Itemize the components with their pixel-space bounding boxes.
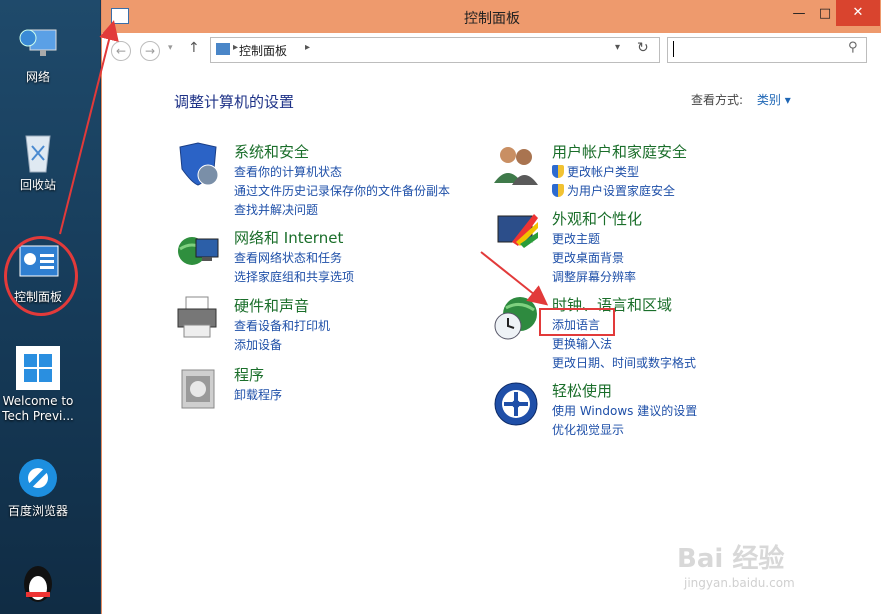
text-cursor [673, 41, 674, 57]
printer-icon [174, 295, 222, 343]
category-title[interactable]: 网络和 Internet [234, 227, 343, 248]
category-link[interactable]: 查看网络状态和任务 [234, 249, 354, 268]
category-link[interactable]: 查看你的计算机状态 [234, 163, 450, 182]
uac-shield-icon [552, 184, 564, 197]
watermark-logo: Bai 经验 [677, 538, 784, 575]
category-link[interactable]: 更换输入法 [552, 335, 696, 354]
annotation-circle [4, 236, 78, 316]
appearance-icon [492, 208, 540, 256]
category-link[interactable]: 为用户设置家庭安全 [552, 182, 675, 201]
annotation-box [539, 308, 615, 336]
forward-icon[interactable]: → [140, 41, 160, 61]
category-link[interactable]: 更改主题 [552, 230, 636, 249]
title-bar[interactable]: 控制面板 — □ ✕ [102, 0, 881, 33]
category-link[interactable]: 更改日期、时间或数字格式 [552, 354, 696, 373]
up-icon[interactable]: ↑ [188, 40, 200, 56]
category-link[interactable]: 添加设备 [234, 336, 330, 355]
search-icon[interactable]: ⚲ [848, 40, 858, 55]
desktop-icon-welcome[interactable]: Welcome to Tech Previ... [0, 346, 76, 424]
desktop-icon-label: 网络 [26, 70, 50, 84]
view-by-dropdown[interactable]: 类别 ▾ [757, 93, 791, 107]
qq-penguin-icon [16, 560, 60, 604]
view-by: 查看方式: 类别 ▾ [691, 91, 791, 108]
view-by-label: 查看方式: [691, 93, 743, 107]
category-title[interactable]: 程序 [234, 364, 264, 385]
ease-of-access-icon [492, 380, 540, 428]
address-bar[interactable]: ▸ 控制面板 ▸ ▾ ↻ [210, 37, 660, 63]
category-link[interactable]: 更改帐户类型 [552, 163, 675, 182]
watermark-url: jingyan.baidu.com [684, 576, 795, 590]
chevron-right-icon[interactable]: ▸ [305, 42, 310, 53]
users-icon [492, 141, 540, 189]
category-link[interactable]: 使用 Windows 建议的设置 [552, 402, 697, 421]
programs-icon [174, 364, 222, 412]
category-title[interactable]: 系统和安全 [234, 141, 309, 162]
network-globe-icon [174, 227, 222, 275]
chevron-right-icon: ▸ [233, 42, 238, 53]
page-title: 调整计算机的设置 [174, 91, 294, 112]
chevron-down-icon[interactable]: ▾ [615, 42, 620, 53]
network-icon [16, 22, 60, 66]
desktop-icon-baidu-browser[interactable]: 百度浏览器 [0, 456, 76, 519]
category-title[interactable]: 轻松使用 [552, 380, 612, 401]
maximize-button[interactable]: □ [812, 4, 838, 24]
category-link[interactable]: 查找并解决问题 [234, 201, 450, 220]
close-button[interactable]: ✕ [836, 0, 880, 26]
category-link[interactable]: 查看设备和打印机 [234, 317, 330, 336]
desktop-icon-label: 回收站 [20, 178, 56, 192]
category-link[interactable]: 选择家庭组和共享选项 [234, 268, 354, 287]
refresh-icon[interactable]: ↻ [637, 40, 649, 56]
minimize-button[interactable]: — [786, 4, 812, 24]
control-panel-small-icon [216, 43, 230, 55]
control-panel-window: 控制面板 — □ ✕ ← → ▾ ↑ ▸ 控制面板 ▸ ▾ ↻ ⚲ 调整计算机的… [101, 0, 881, 614]
windows-icon [16, 346, 60, 390]
desktop: 网络 回收站 控制面板 Welcome to Tech Previ... 百度浏… [0, 0, 100, 614]
category-title[interactable]: 外观和个性化 [552, 208, 642, 229]
breadcrumb[interactable]: 控制面板 [239, 42, 287, 59]
desktop-icon-label: Welcome to Tech Previ... [2, 394, 74, 423]
category-link[interactable]: 卸载程序 [234, 386, 282, 405]
category-link[interactable]: 优化视觉显示 [552, 421, 697, 440]
desktop-icon-network[interactable]: 网络 [0, 22, 76, 85]
clock-globe-icon [492, 294, 540, 342]
category-title[interactable]: 用户帐户和家庭安全 [552, 141, 687, 162]
desktop-icon-label: 百度浏览器 [8, 504, 68, 518]
recycle-bin-icon [16, 130, 60, 174]
recent-dropdown-icon[interactable]: ▾ [168, 43, 173, 53]
back-icon[interactable]: ← [111, 41, 131, 61]
search-box[interactable]: ⚲ [667, 37, 867, 63]
browser-icon [16, 456, 60, 500]
navigation-bar: ← → ▾ ↑ ▸ 控制面板 ▸ ▾ ↻ ⚲ [102, 33, 881, 68]
window-title: 控制面板 [102, 8, 881, 28]
category-link[interactable]: 调整屏幕分辨率 [552, 268, 636, 287]
shield-icon [174, 141, 222, 189]
category-link[interactable]: 更改桌面背景 [552, 249, 636, 268]
uac-shield-icon [552, 165, 564, 178]
desktop-icon-recycle-bin[interactable]: 回收站 [0, 130, 76, 193]
category-title[interactable]: 硬件和声音 [234, 295, 309, 316]
category-link[interactable]: 通过文件历史记录保存你的文件备份副本 [234, 182, 450, 201]
desktop-icon-qq[interactable] [0, 560, 76, 608]
content-area: 调整计算机的设置 查看方式: 类别 ▾ 系统和安全 查看你的计算机状态 通过文件… [102, 67, 881, 614]
